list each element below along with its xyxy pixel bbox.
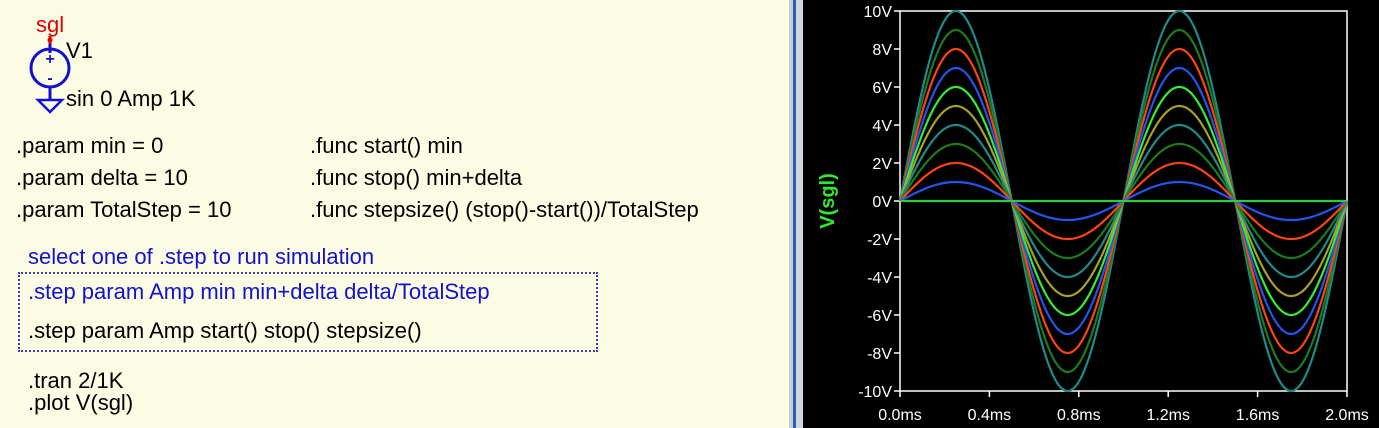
waveform-plot[interactable]: 10V 8V 6V 4V 2V 0V -2V -4V -6V -8V -10V 0.0ms 0.4ms 0… — [803, 0, 1379, 428]
y-tick-label: 4V — [872, 118, 892, 135]
y-tick-label: 2V — [872, 156, 892, 173]
y-tick-label: -6V — [867, 308, 892, 325]
y-tick-label: -8V — [867, 346, 892, 363]
pane-splitter[interactable] — [789, 0, 803, 428]
func-start[interactable]: .func start() min — [310, 135, 463, 157]
y-tick-label: -10V — [858, 384, 892, 401]
y-tick-label: 0V — [872, 194, 892, 211]
select-note-comment[interactable]: select one of .step to run simulation — [28, 246, 374, 268]
y-tick-label: 10V — [864, 4, 893, 21]
y-tick-label: -4V — [867, 270, 892, 287]
step-option-active[interactable]: .step param Amp start() stop() stepsize(… — [28, 320, 422, 342]
tran-directive[interactable]: .tran 2/1K — [28, 370, 123, 392]
func-stop[interactable]: .func stop() min+delta — [310, 167, 522, 189]
plot-traces — [898, 9, 1349, 393]
func-stepsize[interactable]: .func stepsize() (stop()-start())/TotalS… — [310, 199, 699, 221]
source-name: V1 — [66, 38, 93, 63]
svg-text:-: - — [47, 70, 52, 87]
schematic-editor[interactable]: sgl + - V1 sin 0 Amp 1K .param min = 0 .… — [0, 0, 789, 428]
net-label-sgl[interactable]: sgl — [36, 14, 64, 36]
y-axis-title: V(sgl) — [817, 173, 839, 229]
param-min[interactable]: .param min = 0 — [16, 135, 163, 157]
param-delta[interactable]: .param delta = 10 — [16, 167, 188, 189]
x-tick-label: 1.2ms — [1146, 407, 1190, 424]
x-tick-label: 1.6ms — [1236, 407, 1280, 424]
x-tick-label: 0.0ms — [878, 407, 922, 424]
waveform-viewer[interactable]: 10V 8V 6V 4V 2V 0V -2V -4V -6V -8V -10V 0.0ms 0.4ms 0… — [803, 0, 1379, 428]
step-option-comment[interactable]: .step param Amp min min+delta delta/Tota… — [28, 281, 490, 303]
y-tick-label: 6V — [872, 80, 892, 97]
param-totalstep[interactable]: .param TotalStep = 10 — [16, 199, 231, 221]
x-tick-label: 0.8ms — [1057, 407, 1101, 424]
y-tick-label: -2V — [867, 232, 892, 249]
x-tick-label: 2.0ms — [1325, 407, 1369, 424]
svg-text:+: + — [45, 51, 54, 68]
y-tick-label: 8V — [872, 42, 892, 59]
plot-directive[interactable]: .plot V(sgl) — [28, 392, 133, 414]
x-tick-label: 0.4ms — [968, 407, 1012, 424]
source-value[interactable]: sin 0 Amp 1K — [66, 88, 196, 110]
